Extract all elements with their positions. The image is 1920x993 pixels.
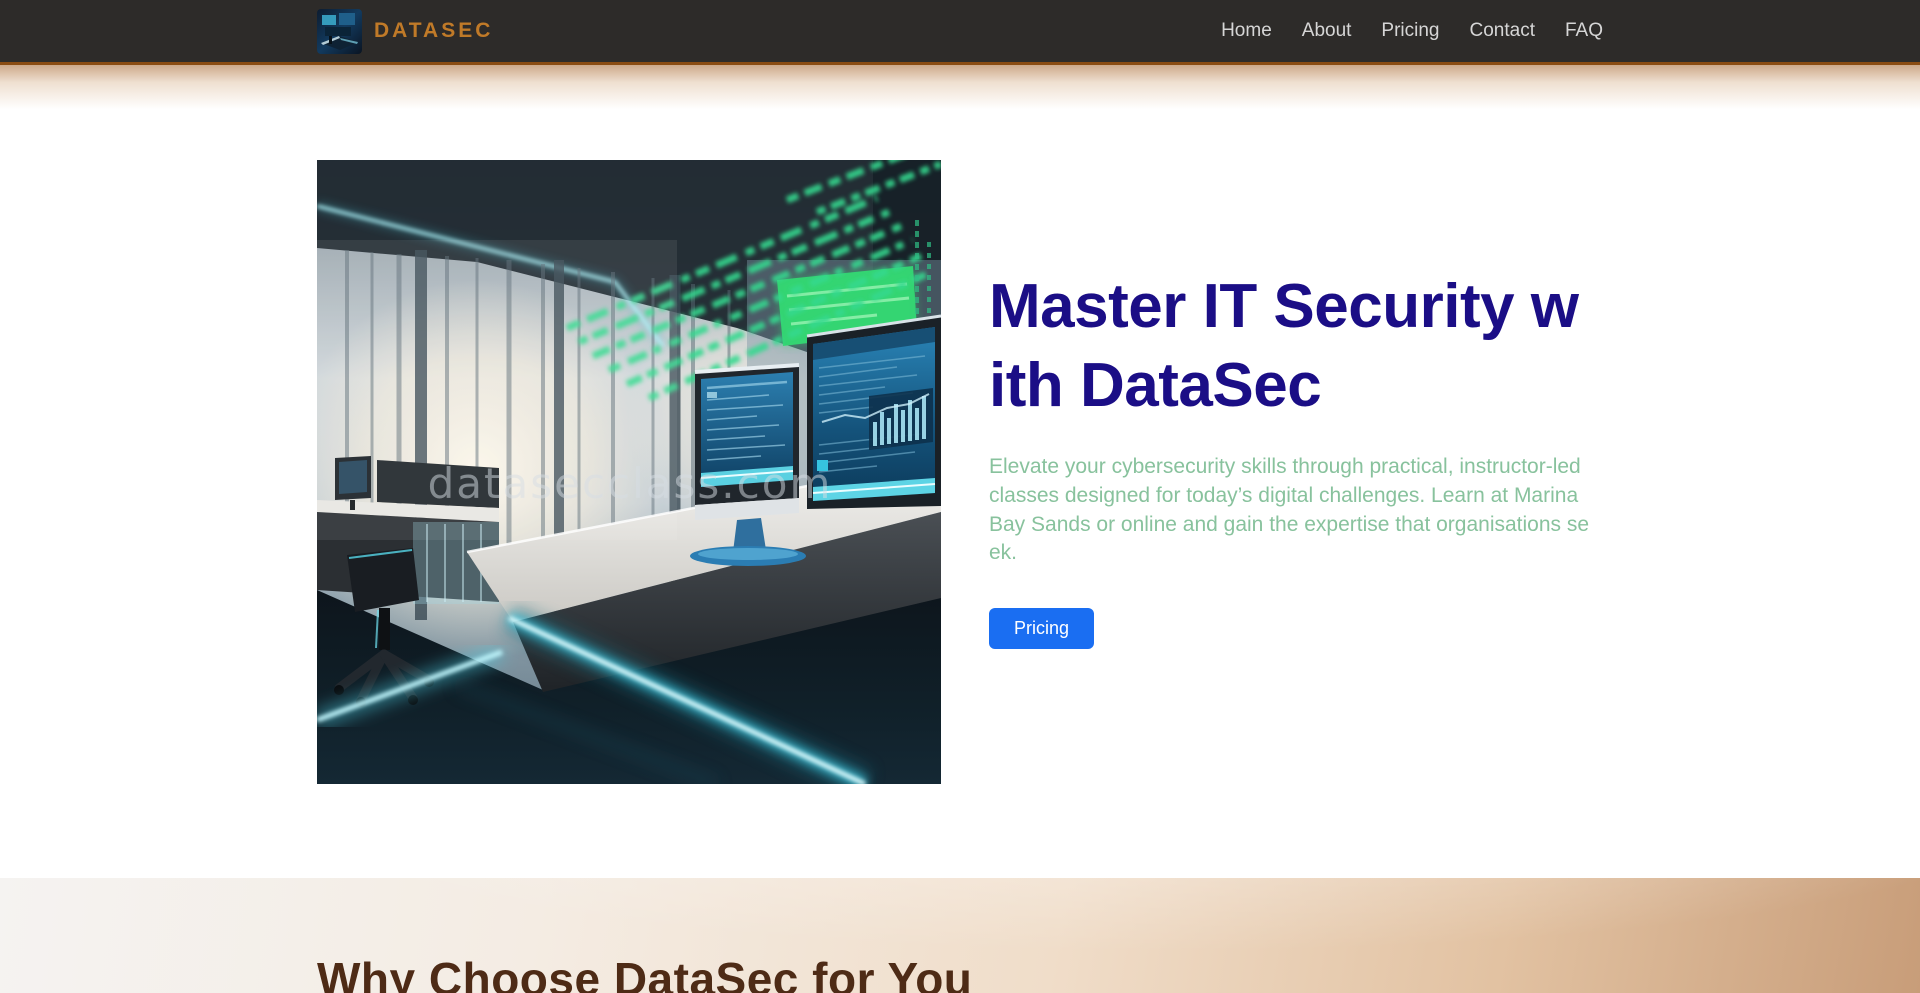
hero-paragraph: Elevate your cybersecurity skills throug… [989, 453, 1603, 567]
nav-link-about[interactable]: About [1302, 20, 1352, 41]
why-section: Why Choose DataSec for You [0, 878, 1920, 993]
navbar-container: DATASEC Home About Pricing Contact FAQ [317, 0, 1603, 62]
hero-text-block: Master IT Security w ith DataSec Elevate… [989, 160, 1603, 784]
hero-paragraph-line-3: Bay Sands or online and gain the experti… [989, 511, 1603, 540]
hero-paragraph-line-1: Elevate your cybersecurity skills throug… [989, 453, 1603, 482]
why-section-heading: Why Choose DataSec for You [317, 952, 1603, 993]
pricing-button[interactable]: Pricing [989, 608, 1094, 649]
hero-section: datasecclass.com Master IT Security w it… [317, 160, 1603, 784]
hero-image-graphic: datasecclass.com [317, 160, 941, 784]
brand-logo-image [317, 9, 362, 54]
hero-title-line-1: Master IT Security w [989, 268, 1603, 347]
hero-paragraph-line-2: classes designed for today’s digital cha… [989, 482, 1603, 511]
hero-image: datasecclass.com [317, 160, 941, 784]
hero-paragraph-line-4: ek. [989, 539, 1603, 568]
brand[interactable]: DATASEC [317, 9, 493, 54]
nav-link-faq[interactable]: FAQ [1565, 20, 1603, 41]
navbar-glow [0, 65, 1920, 119]
hero-title: Master IT Security w ith DataSec [989, 268, 1603, 425]
top-navbar: DATASEC Home About Pricing Contact FAQ [0, 0, 1920, 65]
brand-name: DATASEC [374, 19, 493, 43]
nav-links: Home About Pricing Contact FAQ [1221, 20, 1603, 42]
nav-link-home[interactable]: Home [1221, 20, 1272, 41]
hero-image-watermark: datasecclass.com [428, 459, 833, 508]
why-section-container: Why Choose DataSec for You [317, 952, 1603, 993]
nav-link-pricing[interactable]: Pricing [1381, 20, 1439, 41]
hero-title-line-2: ith DataSec [989, 347, 1603, 426]
nav-link-contact[interactable]: Contact [1470, 20, 1535, 41]
